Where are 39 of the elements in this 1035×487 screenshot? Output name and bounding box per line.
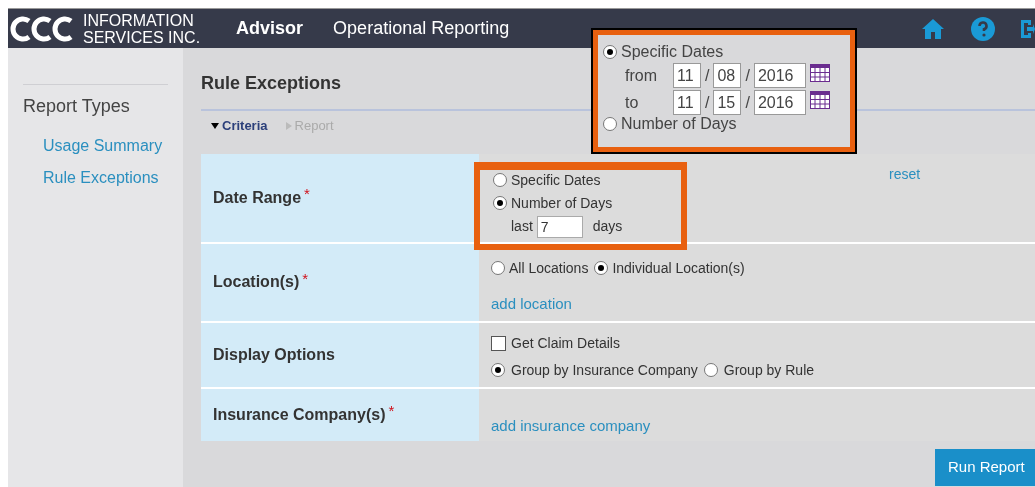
field-label: Display Options — [213, 344, 335, 365]
radio-option[interactable]: Individual Location(s) — [594, 257, 745, 279]
date-field[interactable]: 11 — [673, 90, 701, 115]
checkbox-option[interactable]: Get Claim Details — [491, 322, 620, 354]
sidebar-title: Report Types — [23, 95, 131, 118]
required-mark: * — [388, 401, 395, 422]
field-label: Insurance Company(s) — [213, 404, 386, 425]
radio-option[interactable]: Group by Insurance Company — [491, 359, 698, 381]
radio-option[interactable]: Number of Days — [603, 115, 737, 133]
radio-option[interactable]: Number of Days — [493, 192, 613, 214]
date-field[interactable]: 08 — [713, 63, 742, 88]
date-separator: / — [745, 65, 750, 86]
date-label: from — [625, 65, 658, 86]
field-label: Date Range — [213, 187, 302, 208]
radio-option[interactable]: Group by Rule — [703, 359, 815, 381]
radio-option[interactable]: Specific Dates — [493, 169, 601, 191]
field-label: Location(s) — [213, 272, 300, 292]
date-field[interactable]: 2016 — [753, 90, 806, 115]
date-field[interactable]: 11 — [673, 63, 701, 88]
section-tab[interactable]: Criteria — [211, 116, 268, 136]
radio-option[interactable]: Specific Dates — [603, 43, 724, 61]
days-suffix: days — [592, 217, 623, 236]
required-mark: * — [304, 184, 310, 205]
nav-link[interactable]: Advisor — [236, 15, 304, 42]
page-title: Rule Exceptions — [201, 72, 342, 95]
date-field[interactable]: 15 — [713, 90, 742, 115]
date-field[interactable]: 2016 — [753, 63, 806, 88]
days-prefix: last — [511, 217, 533, 236]
logo-text: INFORMATION — [83, 11, 195, 29]
logo-text: SERVICES INC. — [83, 28, 201, 46]
date-separator: / — [745, 92, 750, 113]
nav-link[interactable]: Operational Reporting — [333, 15, 510, 42]
required-mark: * — [302, 268, 309, 289]
date-label: to — [625, 92, 640, 113]
date-separator: / — [705, 92, 710, 113]
date-separator: / — [705, 65, 710, 86]
days-field[interactable]: 7 — [536, 215, 583, 238]
run-report-button[interactable]: Run Report — [935, 448, 1035, 486]
radio-option[interactable]: All Locations — [491, 257, 589, 279]
